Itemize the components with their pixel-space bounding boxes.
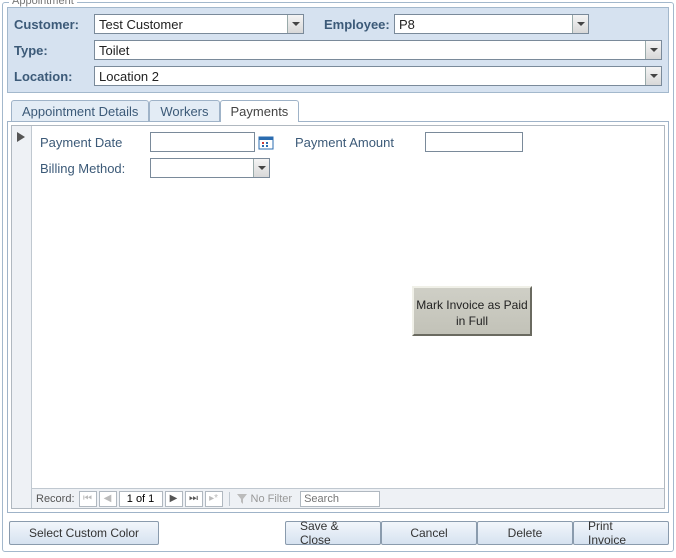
record-label: Record: <box>36 493 75 505</box>
funnel-icon <box>236 493 248 505</box>
customer-combo[interactable]: Test Customer <box>94 14 304 34</box>
footer-bar: Select Custom Color Save & Close Cancel … <box>7 519 669 547</box>
nav-first-icon[interactable]: ⏮ <box>79 491 97 507</box>
appointment-group: Appointment Customer: Test Customer Empl… <box>2 2 674 552</box>
payment-date-label: Payment Date <box>40 135 150 150</box>
chevron-down-icon <box>287 15 303 33</box>
select-color-button[interactable]: Select Custom Color <box>9 521 159 545</box>
location-combo[interactable]: Location 2 <box>94 66 662 86</box>
payment-date-input[interactable] <box>150 132 255 152</box>
chevron-down-icon <box>645 41 661 59</box>
calendar-icon[interactable] <box>257 133 275 151</box>
payment-amount-label: Payment Amount <box>295 135 425 150</box>
save-close-button[interactable]: Save & Close <box>285 521 381 545</box>
cancel-button[interactable]: Cancel <box>381 521 477 545</box>
record-position[interactable] <box>119 491 163 507</box>
type-label: Type: <box>14 43 94 58</box>
subform-body: Payment Date Payment Amount Billing Meth… <box>32 126 664 508</box>
nav-next-icon[interactable]: ▶ <box>165 491 183 507</box>
search-input[interactable] <box>300 491 380 507</box>
billing-method-combo[interactable] <box>150 158 270 178</box>
print-invoice-button[interactable]: Print Invoice <box>573 521 669 545</box>
chevron-down-icon <box>645 67 661 85</box>
record-navigator: Record: ⏮ ◀ ▶ ⏭ ▸* No Filter <box>32 488 664 508</box>
tab-workers[interactable]: Workers <box>149 100 219 122</box>
chevron-down-icon <box>253 159 269 177</box>
payments-subform: Payment Date Payment Amount Billing Meth… <box>11 125 665 509</box>
group-title: Appointment <box>9 0 77 7</box>
tab-appointment-details[interactable]: Appointment Details <box>11 100 149 122</box>
chevron-down-icon <box>572 15 588 33</box>
no-filter-indicator: No Filter <box>236 493 293 505</box>
header-panel: Customer: Test Customer Employee: P8 Typ… <box>7 7 669 93</box>
customer-label: Customer: <box>14 17 94 32</box>
nav-last-icon[interactable]: ⏭ <box>185 491 203 507</box>
location-label: Location: <box>14 69 94 84</box>
tabs-area: Appointment Details Workers Payments Pay… <box>7 99 669 513</box>
employee-combo[interactable]: P8 <box>394 14 589 34</box>
billing-method-label: Billing Method: <box>40 161 150 176</box>
type-combo[interactable]: Toilet <box>94 40 662 60</box>
mark-paid-button[interactable]: Mark Invoice as Paid in Full <box>412 286 532 336</box>
nav-prev-icon[interactable]: ◀ <box>99 491 117 507</box>
nav-new-icon[interactable]: ▸* <box>205 491 223 507</box>
tab-payments[interactable]: Payments <box>220 100 300 122</box>
delete-button[interactable]: Delete <box>477 521 573 545</box>
payment-amount-input[interactable] <box>425 132 523 152</box>
tab-panel: Payment Date Payment Amount Billing Meth… <box>7 121 669 513</box>
employee-label: Employee: <box>324 17 394 32</box>
record-selector[interactable] <box>12 126 32 508</box>
tabstrip: Appointment Details Workers Payments <box>7 99 669 121</box>
